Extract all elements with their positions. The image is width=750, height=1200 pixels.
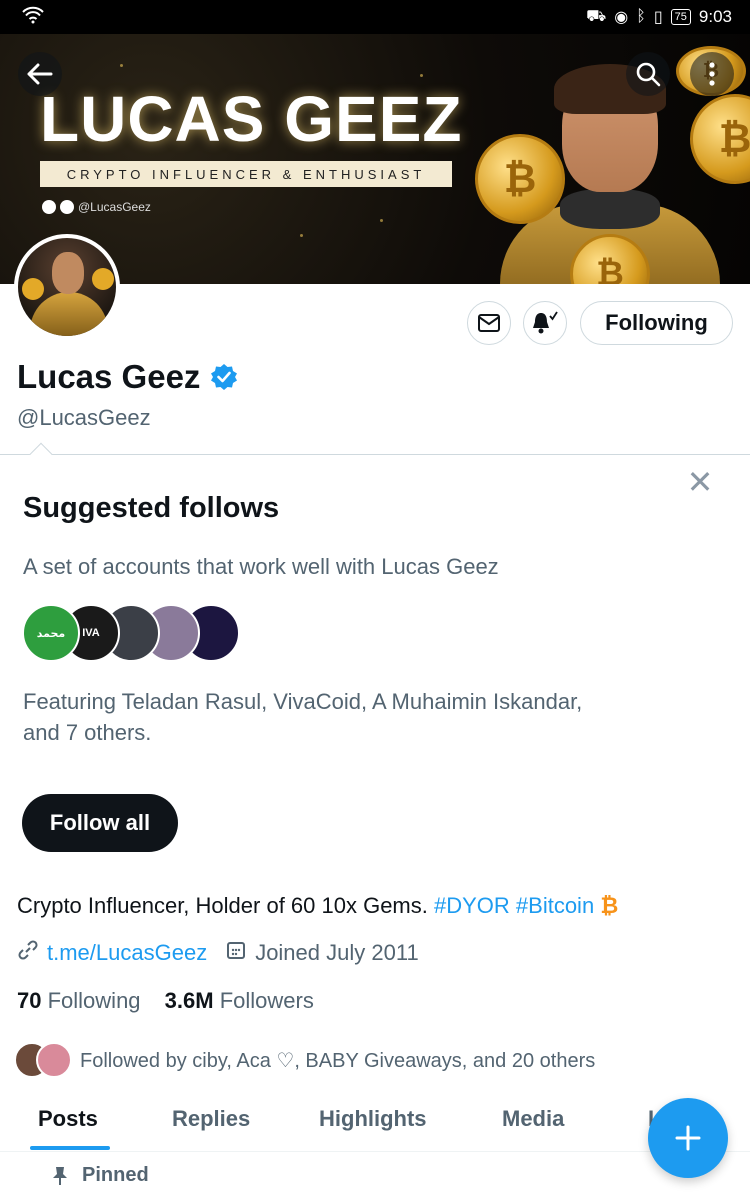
calendar-icon [225,940,247,966]
tab-replies[interactable]: Replies [172,1106,250,1132]
profile-website-link[interactable]: t.me/LucasGeez [47,940,207,966]
joined-date: Joined July 2011 [255,940,419,965]
battery-icon: 75 [670,9,691,25]
pinned-text: Pinned [82,1164,149,1186]
profile-handle: @LucasGeez [17,405,151,430]
profile-tabs: Posts Replies Highlights Media L [0,1096,750,1152]
more-options-button[interactable] [690,52,734,96]
link-icon [17,940,39,966]
follow-all-button[interactable]: Follow all [22,794,178,852]
divider [0,454,750,455]
following-count-link[interactable]: 70 Following [17,988,141,1013]
telegram-icon [60,200,74,214]
suggested-avatar-label: محمد [36,627,66,640]
message-button[interactable] [467,301,511,345]
search-button[interactable] [626,52,670,96]
wifi-icon [22,6,44,29]
close-icon: ✕ [686,464,714,500]
bitcoin-emoji: ₿ [600,893,619,918]
pinned-label: Pinned [52,1164,149,1187]
eye-icon: ◉ [614,9,629,26]
sparkle [420,74,423,77]
pin-icon [53,1166,67,1185]
suggested-caret [29,442,53,466]
vibrate-icon: ▯ [653,9,663,26]
banner-title: LUCAS GEEZ [40,83,463,155]
suggested-featuring: Featuring Teladan Rasul, VivaCoid, A Muh… [23,689,583,745]
hashtag-link[interactable]: #Bitcoin [516,893,594,918]
following-count: 70 [17,988,42,1013]
tab-posts[interactable]: Posts [38,1106,98,1132]
sparkle [380,219,383,222]
follow-counts: 70 Following 3.6M Followers [17,988,314,1014]
status-bar: ⛟ ◉ ᛒ ▯ 75 9:03 [0,0,750,34]
arrow-left-icon [27,63,53,85]
bluetooth-icon: ᛒ [636,8,646,25]
compose-post-button[interactable] [648,1098,728,1178]
followed-by[interactable]: Followed by ciby, Aca ♡, BABY Giveaways,… [14,1042,595,1078]
active-tab-indicator [30,1146,110,1150]
suggested-title: Suggested follows [23,492,280,524]
profile-name: Lucas Geez [17,358,238,396]
banner-social-handle: @LucasGeez [78,200,151,214]
more-vertical-icon [709,62,715,86]
following-button[interactable]: Following [580,301,733,345]
display-name: Lucas Geez [17,358,201,395]
sparkle [120,64,123,67]
profile-bio: Crypto Influencer, Holder of 60 10x Gems… [17,893,618,919]
followed-by-text: Followed by ciby, Aca ♡, BABY Giveaways,… [80,1049,596,1072]
follower-avatar [36,1042,72,1078]
car-icon: ⛟ [586,8,607,25]
banner-social: @LucasGeez [42,200,151,214]
bio-text: Crypto Influencer, Holder of 60 10x Gems… [17,893,434,918]
hashtag-link[interactable]: #DYOR [434,893,510,918]
suggested-subtitle: A set of accounts that work well with Lu… [23,554,499,579]
verified-badge-icon[interactable] [210,363,238,391]
followers-count: 3.6M [164,988,214,1013]
followers-count-link[interactable]: 3.6M Followers [165,988,314,1013]
search-icon [636,62,661,87]
sparkle [300,234,303,237]
close-suggested-button[interactable]: ✕ [686,466,714,498]
back-button[interactable] [18,52,62,96]
followers-label: Followers [219,988,314,1013]
clock: 9:03 [698,7,732,26]
twitter-icon [42,200,56,214]
plus-icon [675,1125,701,1151]
tab-highlights[interactable]: Highlights [319,1106,427,1132]
envelope-icon [478,314,500,332]
profile-avatar[interactable] [14,234,120,340]
following-label: Following [47,988,141,1013]
bell-check-icon [533,311,558,334]
profile-meta: t.me/LucasGeez Joined July 2011 [17,940,419,966]
suggested-avatar[interactable]: محمد [22,604,80,662]
banner-tagline: CRYPTO INFLUENCER & ENTHUSIAST [40,161,452,187]
tab-media[interactable]: Media [502,1106,564,1132]
bitcoin-coin: ₿ [475,134,565,224]
suggested-avatar-label: IVA [82,627,100,639]
notifications-button[interactable] [523,301,567,345]
